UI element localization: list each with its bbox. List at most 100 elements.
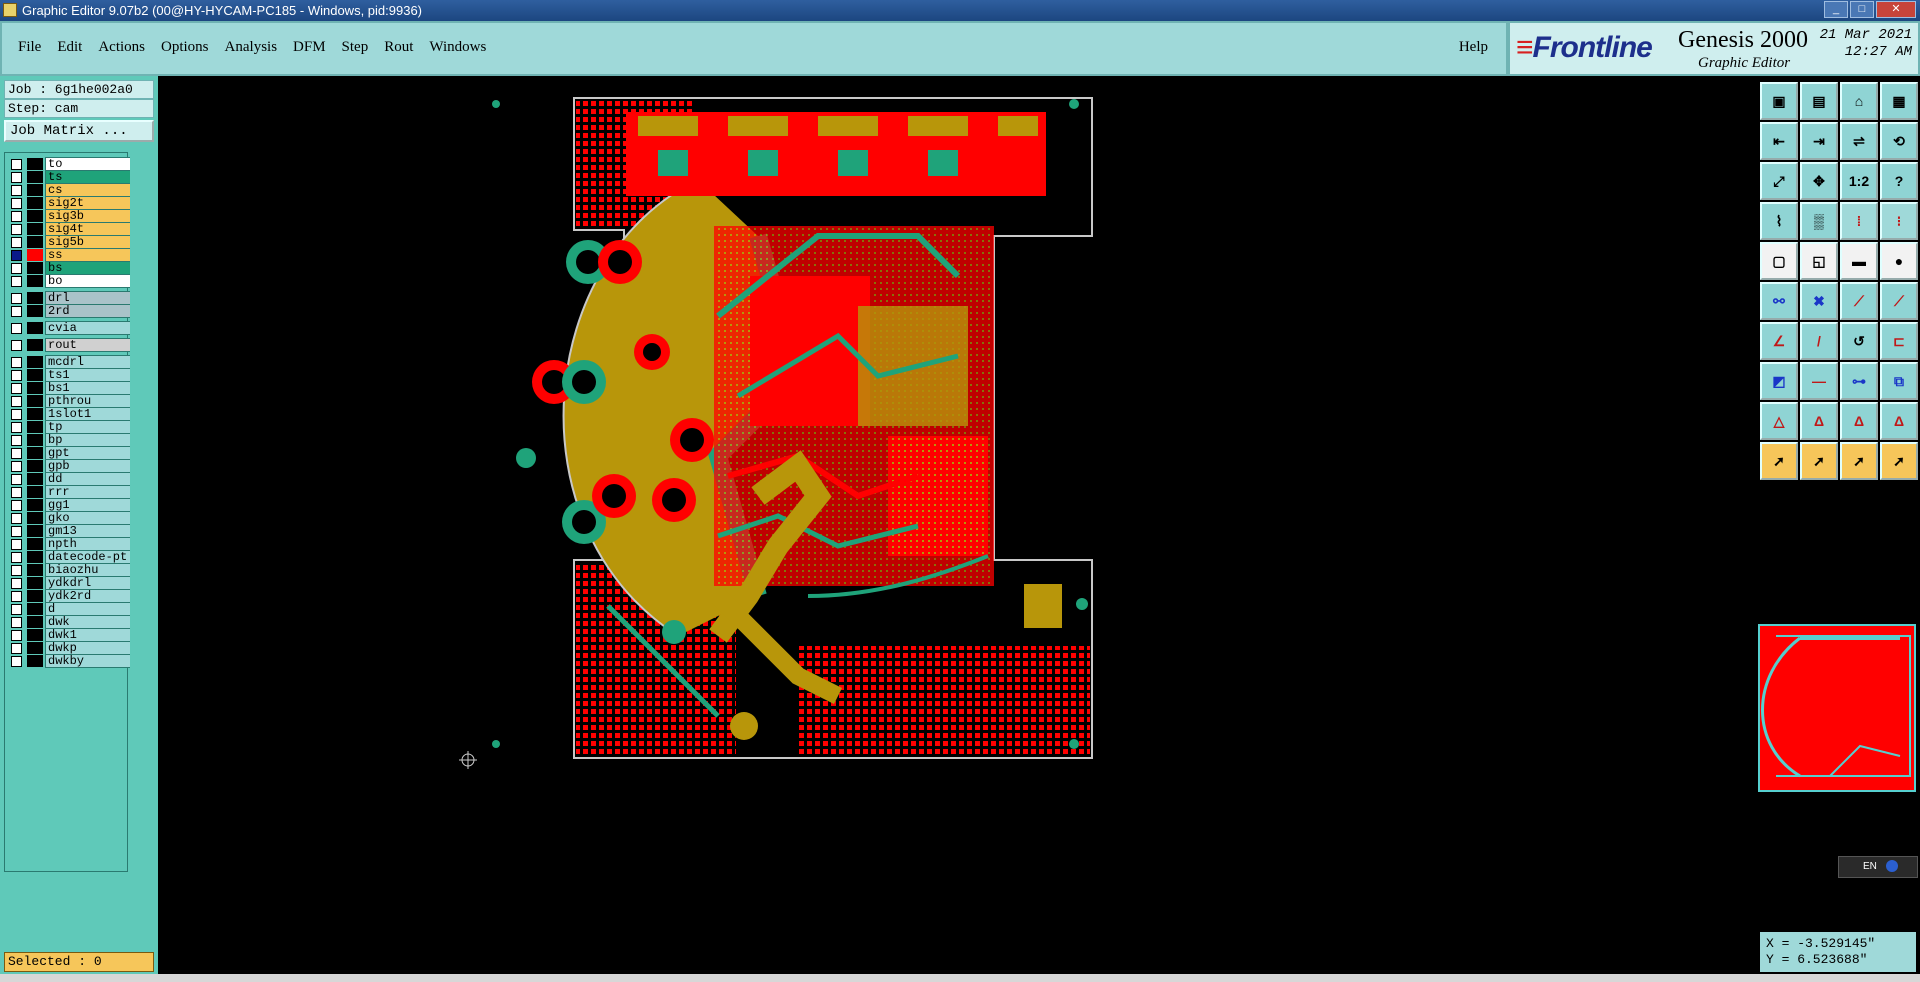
menu-file[interactable]: File xyxy=(10,39,49,56)
layer-row[interactable]: npth xyxy=(9,537,131,551)
menu-rout[interactable]: Rout xyxy=(376,39,421,56)
maximize-button[interactable]: □ xyxy=(1850,1,1874,18)
layer-row[interactable]: gpt xyxy=(9,446,131,460)
layer-row[interactable]: dwk1 xyxy=(9,628,131,642)
layer-color-swatch[interactable] xyxy=(27,197,43,209)
layer-color-swatch[interactable] xyxy=(27,395,43,407)
connect-icon[interactable]: ⚯ xyxy=(1760,282,1798,320)
layer-name[interactable]: tp xyxy=(45,420,131,434)
layer-name[interactable]: sig5b xyxy=(45,235,131,249)
layer-row[interactable]: gpb xyxy=(9,459,131,473)
zoom-out-icon[interactable]: ⇥ xyxy=(1800,122,1838,160)
step-save-icon[interactable]: ▤ xyxy=(1800,82,1838,120)
layer-color-swatch[interactable] xyxy=(27,486,43,498)
layer-checkbox[interactable] xyxy=(11,539,22,550)
layer-color-swatch[interactable] xyxy=(27,642,43,654)
layer-color-swatch[interactable] xyxy=(27,292,43,304)
angle-icon[interactable]: ∠ xyxy=(1760,322,1798,360)
layer-checkbox[interactable] xyxy=(11,448,22,459)
layer-color-swatch[interactable] xyxy=(27,460,43,472)
layer-checkbox[interactable] xyxy=(11,643,22,654)
layer-checkbox[interactable] xyxy=(11,552,22,563)
layer-name[interactable]: dwk xyxy=(45,615,131,629)
layer-color-swatch[interactable] xyxy=(27,249,43,261)
layer-color-swatch[interactable] xyxy=(27,564,43,576)
layer-color-swatch[interactable] xyxy=(27,629,43,641)
layer-row[interactable]: dd xyxy=(9,472,131,486)
layer-name[interactable]: bs xyxy=(45,261,131,275)
layer-row[interactable]: bp xyxy=(9,433,131,447)
menu-edit[interactable]: Edit xyxy=(49,39,90,56)
layer-checkbox[interactable] xyxy=(11,198,22,209)
layer-color-swatch[interactable] xyxy=(27,603,43,615)
dash-icon[interactable]: — xyxy=(1800,362,1838,400)
layer-row[interactable]: bs1 xyxy=(9,381,131,395)
point-line-icon[interactable]: ◩ xyxy=(1760,362,1798,400)
layer-checkbox[interactable] xyxy=(11,409,22,420)
layer-name[interactable]: npth xyxy=(45,537,131,551)
layer-row[interactable]: d xyxy=(9,602,131,616)
snap-icon[interactable]: ⌇ xyxy=(1760,202,1798,240)
menu-actions[interactable]: Actions xyxy=(90,39,153,56)
zoom-in-icon[interactable]: ⇤ xyxy=(1760,122,1798,160)
layer-name[interactable]: sig4t xyxy=(45,222,131,236)
layer-checkbox[interactable] xyxy=(11,159,22,170)
layer-color-swatch[interactable] xyxy=(27,158,43,170)
language-indicator[interactable]: EN xyxy=(1838,856,1918,878)
layer-row[interactable]: gg1 xyxy=(9,498,131,512)
layer-name[interactable]: pthrou xyxy=(45,394,131,408)
layer-compare-icon[interactable]: ⁞ xyxy=(1840,202,1878,240)
layer-checkbox[interactable] xyxy=(11,526,22,537)
layer-color-swatch[interactable] xyxy=(27,382,43,394)
pointer-route-icon[interactable]: ➚ xyxy=(1880,442,1918,480)
help-icon[interactable]: ? xyxy=(1880,162,1918,200)
layer-checkbox[interactable] xyxy=(11,487,22,498)
layer-row[interactable]: sig5b xyxy=(9,235,131,249)
layer-color-swatch[interactable] xyxy=(27,499,43,511)
layer-color-swatch[interactable] xyxy=(27,369,43,381)
layer-color-swatch[interactable] xyxy=(27,262,43,274)
layer-checkbox[interactable] xyxy=(11,211,22,222)
layer-name[interactable]: rrr xyxy=(45,485,131,499)
layer-checkbox[interactable] xyxy=(11,357,22,368)
layer-checkbox[interactable] xyxy=(11,461,22,472)
pan-icon[interactable]: ⇌ xyxy=(1840,122,1878,160)
layer-checkbox[interactable] xyxy=(11,263,22,274)
layer-color-swatch[interactable] xyxy=(27,223,43,235)
zoom-fit-icon[interactable]: ⤢ xyxy=(1760,162,1798,200)
layer-name[interactable]: rout xyxy=(45,338,131,352)
layer-color-swatch[interactable] xyxy=(27,473,43,485)
layer-checkbox[interactable] xyxy=(11,591,22,602)
layer-color-swatch[interactable] xyxy=(27,512,43,524)
layer-row[interactable]: datecode-pt xyxy=(9,550,131,564)
layer-name[interactable]: gm13 xyxy=(45,524,131,538)
node-icon[interactable]: ⟋ xyxy=(1840,282,1878,320)
window-layout-icon[interactable]: ▦ xyxy=(1880,82,1918,120)
layer-row[interactable]: sig3b xyxy=(9,209,131,223)
layer-name[interactable]: bo xyxy=(45,274,131,288)
layer-row[interactable]: to xyxy=(9,157,131,171)
home-icon[interactable]: ⌂ xyxy=(1840,82,1878,120)
layer-name[interactable]: gpb xyxy=(45,459,131,473)
grid-icon[interactable]: ▒ xyxy=(1800,202,1838,240)
layer-name[interactable]: 2rd xyxy=(45,304,131,318)
layer-row[interactable]: ts1 xyxy=(9,368,131,382)
layer-row[interactable]: sig2t xyxy=(9,196,131,210)
layer-name[interactable]: 1slot1 xyxy=(45,407,131,421)
layer-filter-icon[interactable]: ⁝ xyxy=(1880,202,1918,240)
pointer-edit-icon[interactable]: ➚ xyxy=(1840,442,1878,480)
layer-color-swatch[interactable] xyxy=(27,210,43,222)
dot-icon[interactable]: ● xyxy=(1880,242,1918,280)
info-icon[interactable] xyxy=(1885,860,1898,873)
scale-icon[interactable]: 1:2 xyxy=(1840,162,1878,200)
layer-color-swatch[interactable] xyxy=(27,655,43,667)
layer-checkbox[interactable] xyxy=(11,276,22,287)
layer-name[interactable]: drl xyxy=(45,291,131,305)
menu-options[interactable]: Options xyxy=(153,39,217,56)
layer-row[interactable]: dwkby xyxy=(9,654,131,668)
layer-checkbox[interactable] xyxy=(11,500,22,511)
layer-row[interactable]: ss xyxy=(9,248,131,262)
pointer-box-icon[interactable]: ➚ xyxy=(1800,442,1838,480)
layer-name[interactable]: ts1 xyxy=(45,368,131,382)
layer-checkbox[interactable] xyxy=(11,435,22,446)
